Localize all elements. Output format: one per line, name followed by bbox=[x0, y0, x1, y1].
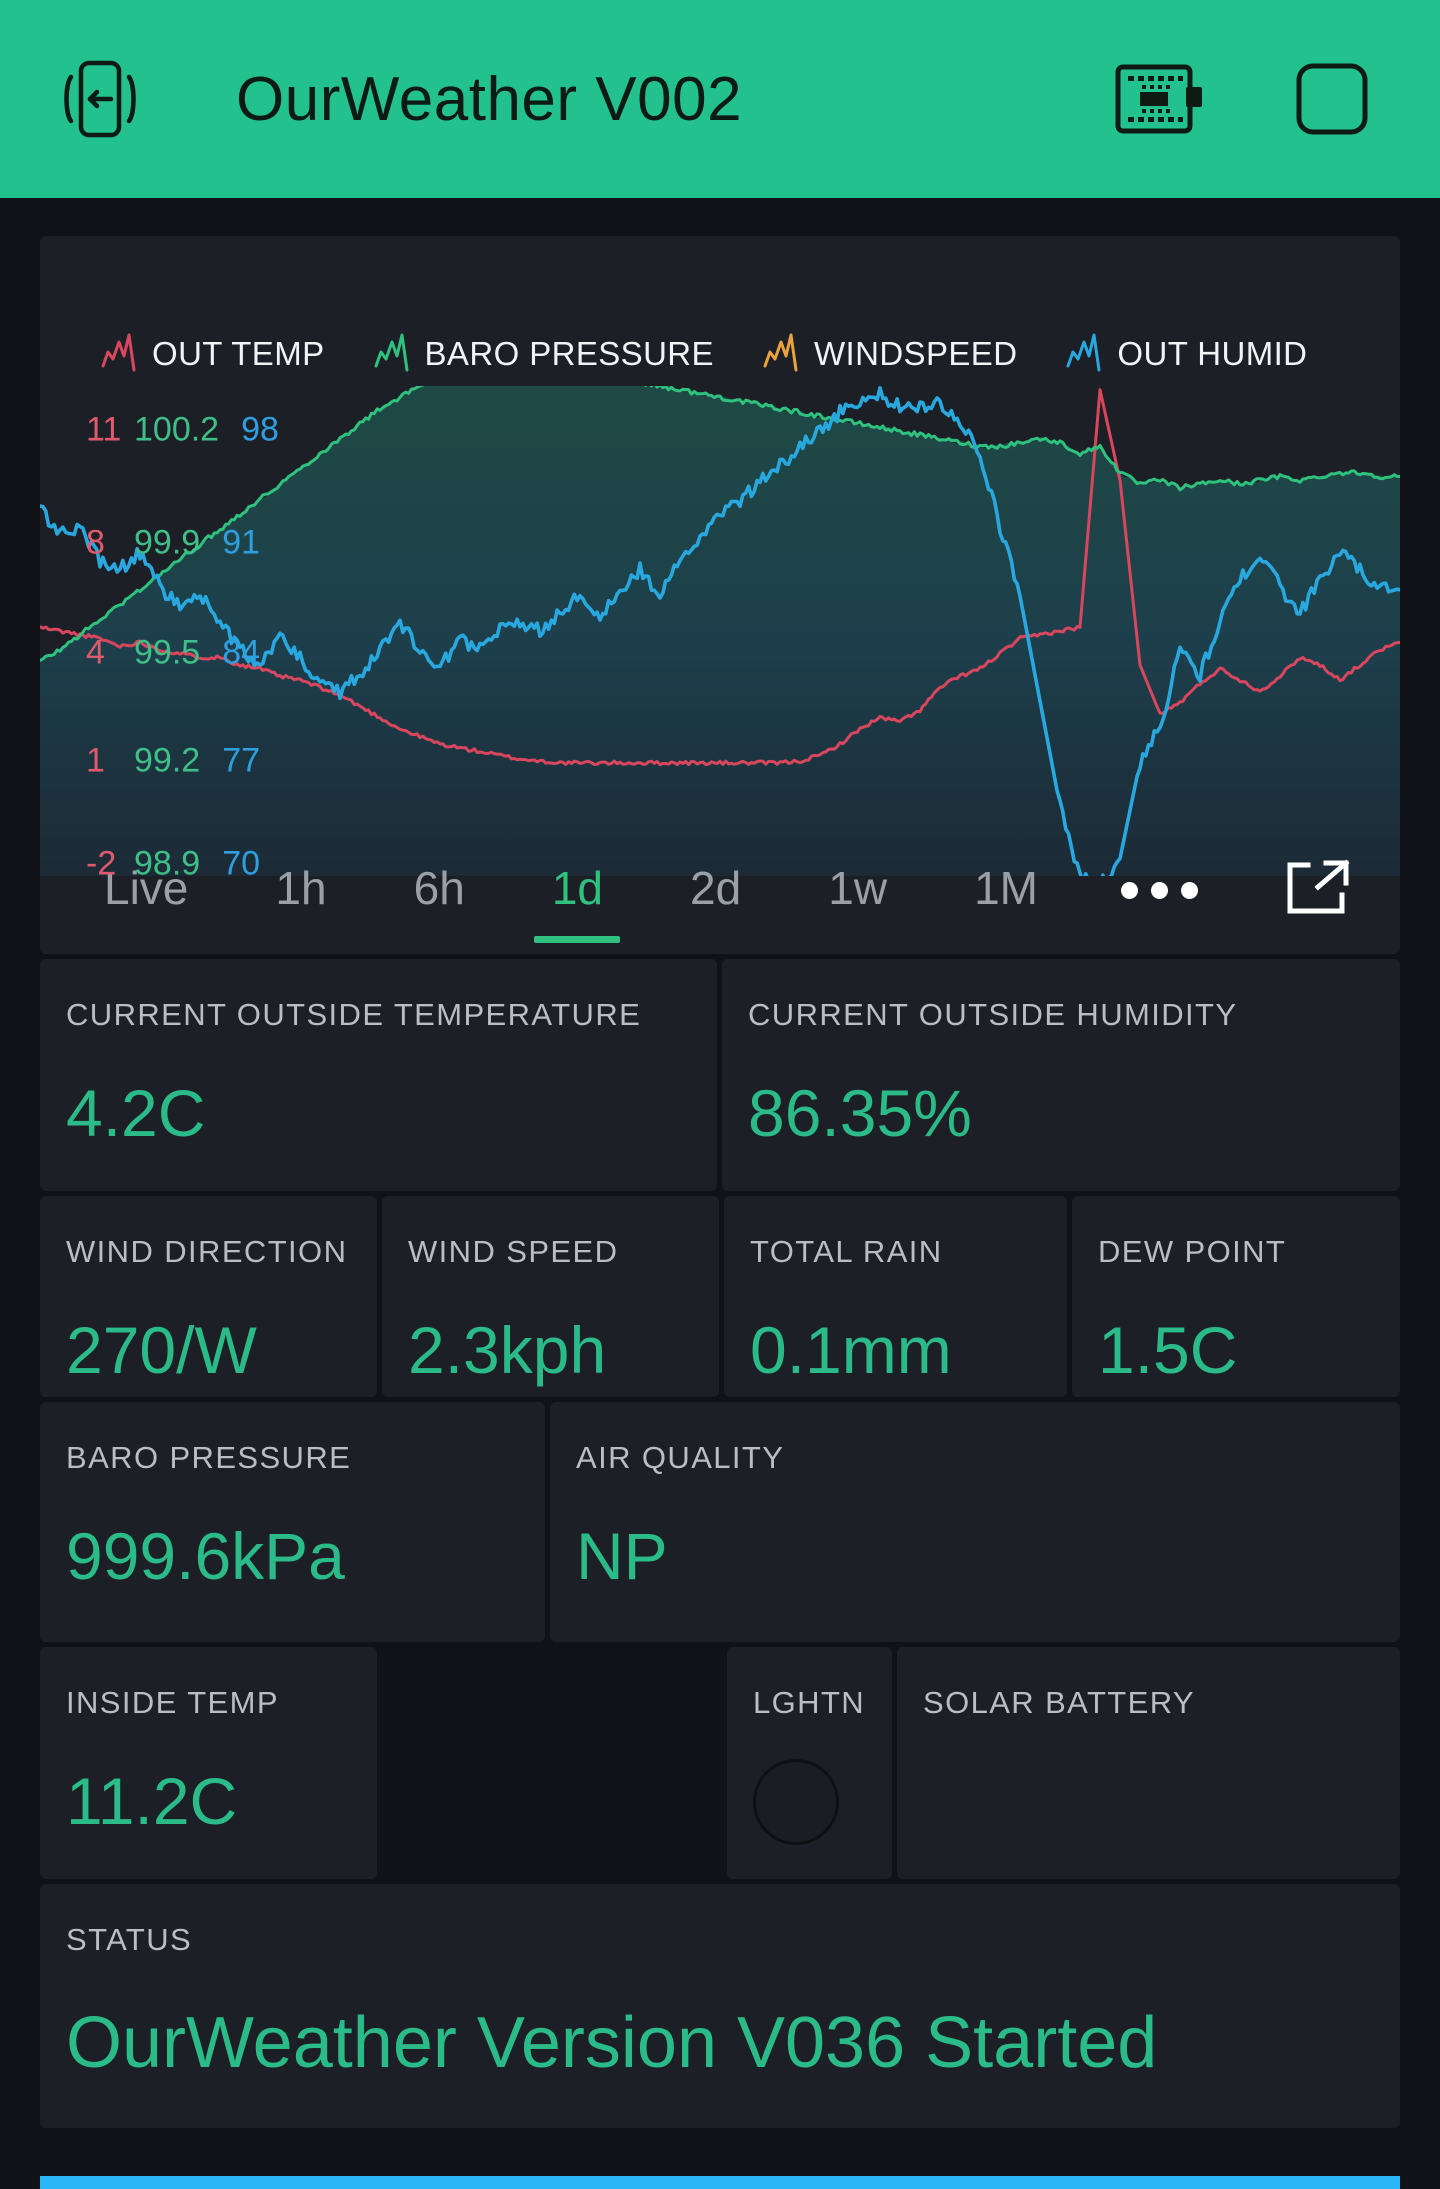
card-value: 11.2C bbox=[66, 1764, 238, 1838]
card-solar-battery[interactable]: SOLAR BATTERY bbox=[897, 1647, 1400, 1879]
card-value: 86.35% bbox=[748, 1076, 972, 1150]
card-label: DEW POINT bbox=[1098, 1234, 1287, 1269]
legend-label: OUT TEMP bbox=[152, 334, 325, 372]
sparkline-icon bbox=[762, 328, 800, 379]
card-outside-humidity[interactable]: CURRENT OUTSIDE HUMIDITY 86.35% bbox=[722, 959, 1400, 1191]
card-wind-speed[interactable]: WIND SPEED 2.3kph bbox=[382, 1196, 719, 1397]
card-label: TOTAL RAIN bbox=[750, 1234, 943, 1269]
card-inside-temp[interactable]: INSIDE TEMP 11.2C bbox=[40, 1647, 377, 1879]
time-range-tabs: Live 1h 6h 1d 2d 1w 1M bbox=[40, 826, 1400, 954]
page-title: OurWeather V002 bbox=[236, 64, 743, 134]
card-label: STATUS bbox=[66, 1922, 193, 1957]
card-dew-point[interactable]: DEW POINT 1.5C bbox=[1072, 1196, 1400, 1397]
card-total-rain[interactable]: TOTAL RAIN 0.1mm bbox=[724, 1196, 1067, 1397]
card-label: BARO PRESSURE bbox=[66, 1440, 352, 1475]
stat-row-1: CURRENT OUTSIDE TEMPERATURE 4.2C CURRENT… bbox=[40, 959, 1400, 1191]
ellipsis-icon[interactable] bbox=[1121, 881, 1199, 899]
tab-1h[interactable]: 1h bbox=[271, 845, 330, 935]
card-baro-pressure[interactable]: BARO PRESSURE 999.6kPa bbox=[40, 1402, 545, 1642]
stat-row-3: BARO PRESSURE 999.6kPa AIR QUALITY NP bbox=[40, 1402, 1400, 1642]
status-message: OurWeather Version V036 Started bbox=[66, 2003, 1158, 2083]
lightning-indicator-icon bbox=[753, 1759, 839, 1845]
tab-2d[interactable]: 2d bbox=[686, 845, 745, 935]
card-value: 1.5C bbox=[1098, 1313, 1238, 1387]
legend-label: OUT HUMID bbox=[1117, 334, 1308, 372]
card-value: 4.2C bbox=[66, 1076, 206, 1150]
card-outside-temperature[interactable]: CURRENT OUTSIDE TEMPERATURE 4.2C bbox=[40, 959, 717, 1191]
circuit-board-icon[interactable] bbox=[1108, 47, 1212, 151]
app-header: OurWeather V002 bbox=[0, 0, 1440, 198]
card-value: 999.6kPa bbox=[66, 1519, 345, 1593]
chart-legend: OUT TEMP BARO PRESSURE WINDSPEED OUT HUM… bbox=[100, 328, 1307, 379]
legend-label: WINDSPEED bbox=[813, 334, 1018, 372]
sparkline-icon bbox=[100, 328, 138, 379]
card-value: 270/W bbox=[66, 1313, 257, 1387]
app-header-left: OurWeather V002 bbox=[46, 47, 742, 151]
card-lightning[interactable]: LGHTN bbox=[727, 1647, 892, 1879]
legend-item-out-humid[interactable]: OUT HUMID bbox=[1065, 328, 1307, 379]
app-header-actions bbox=[1108, 47, 1394, 151]
rounded-square-icon[interactable] bbox=[1280, 47, 1384, 151]
card-label: LGHTN bbox=[753, 1685, 866, 1720]
chart-card: OUT TEMP BARO PRESSURE WINDSPEED OUT HUM… bbox=[40, 236, 1400, 954]
card-label: CURRENT OUTSIDE HUMIDITY bbox=[748, 997, 1238, 1032]
card-label: CURRENT OUTSIDE TEMPERATURE bbox=[66, 997, 642, 1032]
sparkline-icon bbox=[373, 328, 411, 379]
card-value: 2.3kph bbox=[408, 1313, 607, 1387]
card-label: SOLAR BATTERY bbox=[923, 1685, 1196, 1720]
bottom-accent-bar bbox=[40, 2176, 1400, 2189]
sparkline-icon bbox=[1065, 328, 1103, 379]
ellipsis-dot bbox=[1151, 881, 1169, 899]
legend-item-out-temp[interactable]: OUT TEMP bbox=[100, 328, 325, 379]
legend-item-baro-pressure[interactable]: BARO PRESSURE bbox=[373, 328, 714, 379]
phone-back-icon[interactable] bbox=[46, 47, 150, 151]
tab-live[interactable]: Live bbox=[100, 845, 192, 935]
ellipsis-dot bbox=[1181, 881, 1199, 899]
card-label: WIND DIRECTION bbox=[66, 1234, 348, 1269]
dashboard-body: OUT TEMP BARO PRESSURE WINDSPEED OUT HUM… bbox=[0, 198, 1440, 2189]
tab-1w[interactable]: 1w bbox=[824, 845, 891, 935]
tab-6h[interactable]: 6h bbox=[410, 845, 469, 935]
card-value: 0.1mm bbox=[750, 1313, 952, 1387]
card-label: AIR QUALITY bbox=[576, 1440, 785, 1475]
ellipsis-dot bbox=[1121, 881, 1139, 899]
open-external-icon[interactable] bbox=[1284, 858, 1354, 922]
card-air-quality[interactable]: AIR QUALITY NP bbox=[550, 1402, 1400, 1642]
tab-1d[interactable]: 1d bbox=[548, 845, 607, 935]
card-wind-direction[interactable]: WIND DIRECTION 270/W bbox=[40, 1196, 377, 1397]
chart-plot-area[interactable] bbox=[40, 386, 1400, 876]
card-value: NP bbox=[576, 1519, 668, 1593]
card-status[interactable]: STATUS OurWeather Version V036 Started bbox=[40, 1884, 1400, 2128]
row-gap bbox=[382, 1647, 722, 1879]
card-label: INSIDE TEMP bbox=[66, 1685, 279, 1720]
stat-row-4: INSIDE TEMP 11.2C LGHTN SOLAR BATTERY bbox=[40, 1647, 1400, 1879]
legend-item-windspeed[interactable]: WINDSPEED bbox=[762, 328, 1017, 379]
legend-label: BARO PRESSURE bbox=[424, 334, 714, 372]
tab-1m[interactable]: 1M bbox=[970, 845, 1042, 935]
card-label: WIND SPEED bbox=[408, 1234, 619, 1269]
stat-row-2: WIND DIRECTION 270/W WIND SPEED 2.3kph T… bbox=[40, 1196, 1400, 1397]
